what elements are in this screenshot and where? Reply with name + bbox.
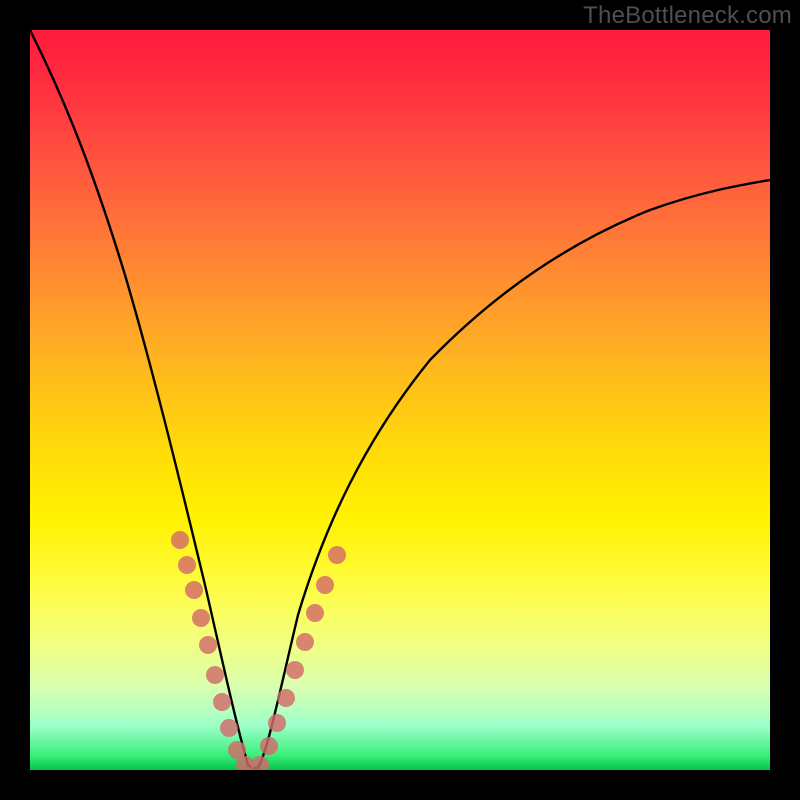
- marker-dots: [171, 531, 346, 770]
- bottleneck-curve: [30, 30, 770, 768]
- plot-area: [30, 30, 770, 770]
- curve-layer: [30, 30, 770, 770]
- chart-frame: TheBottleneck.com: [0, 0, 800, 800]
- watermark-text: TheBottleneck.com: [583, 2, 792, 30]
